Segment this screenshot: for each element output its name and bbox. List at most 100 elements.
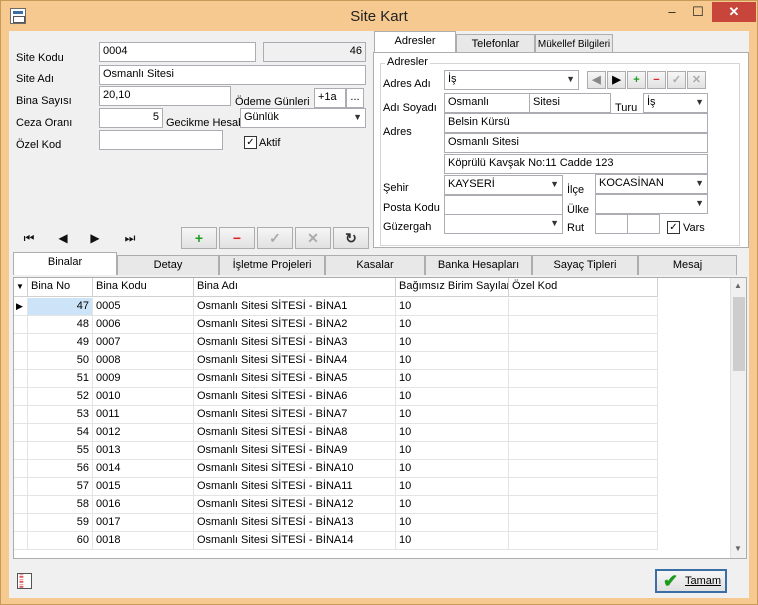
col-bagimsiz-birim[interactable]: Bağımsız Birim Sayıları	[396, 278, 509, 297]
cell-bina-adi[interactable]: Osmanlı Sitesi SİTESİ - BİNA11	[194, 478, 396, 496]
table-row[interactable]: 56 0014 Osmanlı Sitesi SİTESİ - BİNA10 10	[14, 460, 658, 478]
cell-bina-adi[interactable]: Osmanlı Sitesi SİTESİ - BİNA7	[194, 406, 396, 424]
cell-bina-no[interactable]: 55	[28, 442, 93, 460]
tab-isletme-projeleri[interactable]: İşletme Projeleri	[219, 255, 325, 275]
soyadi-field[interactable]: Sitesi	[529, 93, 611, 113]
cell-bina-kodu[interactable]: 0018	[93, 532, 194, 550]
addr-next-icon[interactable]: ▶	[607, 71, 626, 89]
site-kodu-field[interactable]: 0004	[99, 42, 256, 62]
addr-save-icon[interactable]: ✓	[667, 71, 686, 89]
table-row[interactable]: ▶ 47 0005 Osmanlı Sitesi SİTESİ - BİNA1 10	[14, 298, 658, 316]
adi-field[interactable]: Osmanlı	[444, 93, 530, 113]
cell-ozel-kod[interactable]	[509, 370, 658, 388]
cell-ozel-kod[interactable]	[509, 532, 658, 550]
rut-field-2[interactable]	[627, 214, 660, 234]
maximize-button[interactable]: ☐	[685, 2, 711, 22]
cell-bagimsiz-birim[interactable]: 10	[396, 388, 509, 406]
ceza-orani-field[interactable]: 5	[99, 108, 163, 128]
guzergah-select[interactable]: ▼	[444, 214, 563, 234]
table-row[interactable]: 54 0012 Osmanlı Sitesi SİTESİ - BİNA8 10	[14, 424, 658, 442]
bina-sayisi-field[interactable]: 20,10	[99, 86, 231, 106]
ozel-kod-field[interactable]	[99, 130, 223, 150]
row-indicator[interactable]	[14, 496, 28, 514]
col-bina-adi[interactable]: Bina Adı	[194, 278, 396, 297]
col-bina-no[interactable]: Bina No	[28, 278, 93, 297]
cell-bina-kodu[interactable]: 0007	[93, 334, 194, 352]
cell-bina-no[interactable]: 51	[28, 370, 93, 388]
cell-bina-kodu[interactable]: 0005	[93, 298, 194, 316]
cell-bina-no[interactable]: 48	[28, 316, 93, 334]
table-row[interactable]: 53 0011 Osmanlı Sitesi SİTESİ - BİNA7 10	[14, 406, 658, 424]
cell-bina-no[interactable]: 59	[28, 514, 93, 532]
cell-bina-adi[interactable]: Osmanlı Sitesi SİTESİ - BİNA12	[194, 496, 396, 514]
cell-bina-adi[interactable]: Osmanlı Sitesi SİTESİ - BİNA10	[194, 460, 396, 478]
cancel-button[interactable]: ✕	[295, 227, 331, 249]
next-record-icon[interactable]: ▶	[83, 228, 107, 248]
col-bina-kodu[interactable]: Bina Kodu	[93, 278, 194, 297]
odeme-gunleri-button[interactable]: ...	[346, 88, 364, 108]
cell-bina-no[interactable]: 57	[28, 478, 93, 496]
tab-binalar[interactable]: Binalar	[13, 252, 117, 275]
cell-ozel-kod[interactable]	[509, 442, 658, 460]
table-row[interactable]: 50 0008 Osmanlı Sitesi SİTESİ - BİNA4 10	[14, 352, 658, 370]
odeme-gunleri-field[interactable]: +1a	[314, 88, 346, 108]
cell-bagimsiz-birim[interactable]: 10	[396, 442, 509, 460]
cell-bagimsiz-birim[interactable]: 10	[396, 370, 509, 388]
cell-bagimsiz-birim[interactable]: 10	[396, 316, 509, 334]
row-indicator[interactable]	[14, 424, 28, 442]
adres-adi-select[interactable]: İş ▼	[444, 70, 579, 90]
tab-mesaj[interactable]: Mesaj	[638, 255, 737, 275]
cell-bina-adi[interactable]: Osmanlı Sitesi SİTESİ - BİNA4	[194, 352, 396, 370]
cell-bina-kodu[interactable]: 0016	[93, 496, 194, 514]
table-row[interactable]: 52 0010 Osmanlı Sitesi SİTESİ - BİNA6 10	[14, 388, 658, 406]
cell-ozel-kod[interactable]	[509, 514, 658, 532]
vertical-scrollbar[interactable]: ▲ ▼	[730, 278, 746, 558]
cell-bina-no[interactable]: 54	[28, 424, 93, 442]
ulke-select[interactable]: ▼	[595, 194, 708, 214]
cell-bina-no[interactable]: 53	[28, 406, 93, 424]
cell-bina-kodu[interactable]: 0006	[93, 316, 194, 334]
cell-bagimsiz-birim[interactable]: 10	[396, 406, 509, 424]
table-row[interactable]: 48 0006 Osmanlı Sitesi SİTESİ - BİNA2 10	[14, 316, 658, 334]
cell-bina-kodu[interactable]: 0013	[93, 442, 194, 460]
close-button[interactable]: ✕	[712, 2, 756, 22]
row-indicator[interactable]	[14, 370, 28, 388]
turu-select[interactable]: İş ▼	[643, 93, 708, 113]
cell-bagimsiz-birim[interactable]: 10	[396, 478, 509, 496]
cell-bina-adi[interactable]: Osmanlı Sitesi SİTESİ - BİNA8	[194, 424, 396, 442]
cell-bina-no[interactable]: 56	[28, 460, 93, 478]
cell-bina-kodu[interactable]: 0010	[93, 388, 194, 406]
cell-bina-no[interactable]: 60	[28, 532, 93, 550]
col-ozel-kod[interactable]: Özel Kod	[509, 278, 658, 297]
row-indicator[interactable]	[14, 478, 28, 496]
column-menu-icon[interactable]: ▼	[14, 278, 28, 297]
table-row[interactable]: 59 0017 Osmanlı Sitesi SİTESİ - BİNA13 10	[14, 514, 658, 532]
last-record-icon[interactable]: ⏭	[118, 228, 142, 248]
table-row[interactable]: 49 0007 Osmanlı Sitesi SİTESİ - BİNA3 10	[14, 334, 658, 352]
row-indicator[interactable]	[14, 334, 28, 352]
cell-bina-adi[interactable]: Osmanlı Sitesi SİTESİ - BİNA1	[194, 298, 396, 316]
cell-ozel-kod[interactable]	[509, 496, 658, 514]
cell-bagimsiz-birim[interactable]: 10	[396, 334, 509, 352]
cell-bina-kodu[interactable]: 0008	[93, 352, 194, 370]
cell-ozel-kod[interactable]	[509, 334, 658, 352]
cell-bina-adi[interactable]: Osmanlı Sitesi SİTESİ - BİNA5	[194, 370, 396, 388]
cell-ozel-kod[interactable]	[509, 316, 658, 334]
refresh-button[interactable]: ↻	[333, 227, 369, 249]
cell-bagimsiz-birim[interactable]: 10	[396, 298, 509, 316]
cell-bina-adi[interactable]: Osmanlı Sitesi SİTESİ - BİNA9	[194, 442, 396, 460]
sehir-select[interactable]: KAYSERİ ▼	[444, 175, 563, 195]
cell-bina-adi[interactable]: Osmanlı Sitesi SİTESİ - BİNA14	[194, 532, 396, 550]
addr-add-icon[interactable]: +	[627, 71, 646, 89]
row-indicator[interactable]	[14, 406, 28, 424]
prev-record-icon[interactable]: ◀	[51, 228, 75, 248]
cell-bina-kodu[interactable]: 0009	[93, 370, 194, 388]
cell-ozel-kod[interactable]	[509, 352, 658, 370]
site-adi-field[interactable]: Osmanlı Sitesi	[99, 65, 366, 85]
cell-ozel-kod[interactable]	[509, 478, 658, 496]
cell-bina-no[interactable]: 52	[28, 388, 93, 406]
row-indicator[interactable]	[14, 316, 28, 334]
tab-adresler[interactable]: Adresler	[374, 31, 456, 54]
delete-button[interactable]: −	[219, 227, 255, 249]
table-row[interactable]: 51 0009 Osmanlı Sitesi SİTESİ - BİNA5 10	[14, 370, 658, 388]
